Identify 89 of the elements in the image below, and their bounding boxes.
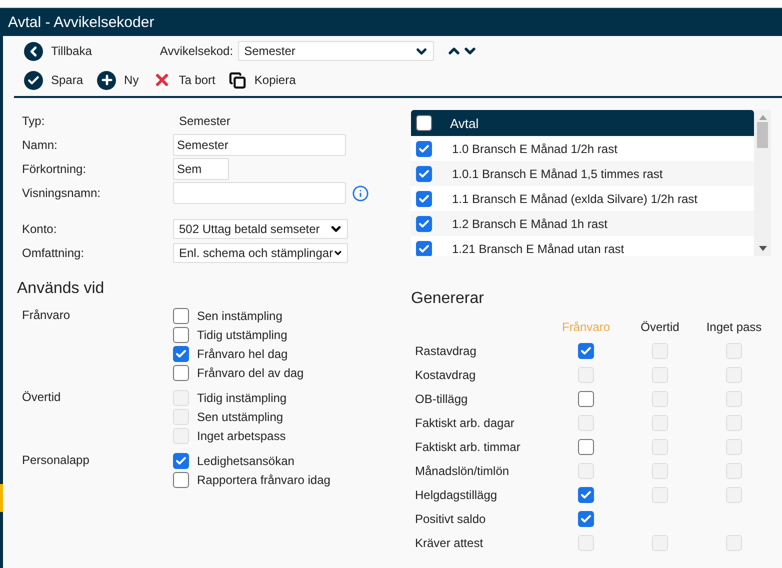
row-label: Faktiskt arb. dagar (414, 415, 516, 432)
checkbox[interactable] (173, 327, 189, 343)
checkbox-label: Rapportera frånvaro idag (197, 473, 330, 487)
check-icon (418, 242, 430, 254)
column-header: Inget pass (705, 320, 763, 334)
checkbox[interactable] (416, 190, 432, 206)
scroll-down-icon[interactable] (758, 246, 766, 251)
checkbox[interactable] (416, 216, 432, 232)
section-heading: Används vid (17, 280, 106, 298)
row-label: Faktiskt arb. timmar (414, 439, 522, 456)
row-label: Kräver attest (414, 535, 484, 552)
checkbox-label: Inget arbetspass (197, 429, 286, 443)
field-label: Visningsnamn: (22, 185, 102, 202)
delete-button[interactable]: Ta bort (152, 71, 216, 89)
copy-button[interactable]: Kopiera (229, 72, 296, 88)
field-label: Typ: (22, 113, 46, 130)
accent-marker (0, 484, 3, 512)
window-title: Avtal - Avvikelsekoder (0, 8, 782, 36)
save-button[interactable]: Spara (24, 70, 84, 90)
scrollbar[interactable] (754, 110, 771, 256)
field-label: Namn: (22, 137, 58, 154)
row-label: Helgdagstillägg (414, 487, 498, 504)
check-icon (580, 513, 592, 525)
field-label: Konto: (22, 221, 58, 238)
text-field[interactable]: Sem (173, 158, 229, 180)
text-field[interactable]: Semester (173, 134, 346, 156)
checkbox-label: Frånvaro del av dag (197, 366, 304, 380)
checkbox[interactable] (578, 487, 594, 503)
checkbox-label: Ledighetsansökan (197, 454, 294, 468)
group-label: Personalapp (22, 453, 90, 469)
field-label: Förkortning: (22, 161, 88, 178)
checkbox[interactable] (173, 472, 189, 488)
field-value: Semester (178, 113, 232, 130)
row-label: Månadslön/timlön (414, 463, 510, 480)
column-header: Avtal (450, 116, 479, 130)
dropdown[interactable]: Enl. schema och stämplingar (173, 243, 348, 263)
checkbox[interactable] (173, 308, 189, 324)
field-label: Omfattning: (22, 245, 86, 262)
checkbox[interactable] (416, 166, 432, 182)
scrollbar-thumb[interactable] (757, 122, 768, 148)
checkbox-label: Sen utstämpling (197, 410, 284, 424)
text-field[interactable] (173, 182, 346, 204)
check-icon (580, 489, 592, 501)
checkbox-label: Sen instämpling (197, 309, 282, 323)
check-icon (418, 142, 430, 154)
check-icon (175, 455, 187, 467)
check-icon (175, 348, 187, 360)
list-item-label: 1.0 Bransch E Månad 1/2h rast (452, 142, 618, 156)
list-item-label: 1.21 Bransch E Månad utan rast (452, 242, 624, 256)
checkbox[interactable] (578, 511, 594, 527)
check-icon (418, 218, 430, 230)
dropdown[interactable]: 502 Uttag betald semseter (173, 219, 348, 239)
group-label: Övertid (22, 390, 62, 406)
checkbox[interactable] (416, 140, 432, 156)
section-heading: Genererar (411, 290, 485, 308)
info-icon[interactable] (352, 184, 369, 202)
check-icon (418, 168, 430, 180)
scroll-up-icon[interactable] (758, 115, 766, 120)
back-button[interactable]: Tillbaka (24, 42, 92, 60)
row-label: Kostavdrag (414, 367, 477, 384)
list-item-label: 1.1 Bransch E Månad (exlda Silvare) 1/2h rast (452, 192, 698, 206)
code-dropdown[interactable]: Semester (238, 41, 434, 61)
list-item-label: 1.0.1 Bransch E Månad 1,5 timmes rast (452, 166, 663, 180)
copy-icon (229, 72, 246, 88)
checkbox[interactable] (173, 346, 189, 362)
select-all-checkbox[interactable] (416, 115, 432, 131)
checkbox-label: Frånvaro hel dag (197, 347, 288, 361)
checkbox[interactable] (416, 240, 432, 256)
list-item-label: 1.2 Bransch E Månad 1h rast (452, 216, 608, 230)
column-header: Övertid (640, 320, 680, 334)
code-label: Avvikelsekod: (160, 44, 234, 58)
checkbox[interactable] (578, 343, 594, 359)
new-button[interactable]: Ny (97, 70, 139, 90)
checkmark-icon (24, 70, 43, 90)
group-label: Frånvaro (22, 308, 72, 324)
check-icon (418, 192, 430, 204)
row-label: Rastavdrag (414, 343, 478, 360)
row-label: OB-tillägg (414, 391, 469, 408)
checkbox-label: Tidig utstämpling (197, 328, 288, 342)
check-icon (580, 345, 592, 357)
checkbox[interactable] (173, 453, 189, 469)
checkbox[interactable] (173, 365, 189, 381)
back-icon (24, 42, 43, 60)
checkbox[interactable] (578, 439, 594, 455)
column-header: Frånvaro (560, 320, 612, 334)
checkbox-label: Tidig instämpling (197, 391, 287, 405)
plus-icon (97, 70, 116, 90)
checkbox[interactable] (578, 391, 594, 407)
row-label: Positivt saldo (414, 511, 487, 528)
